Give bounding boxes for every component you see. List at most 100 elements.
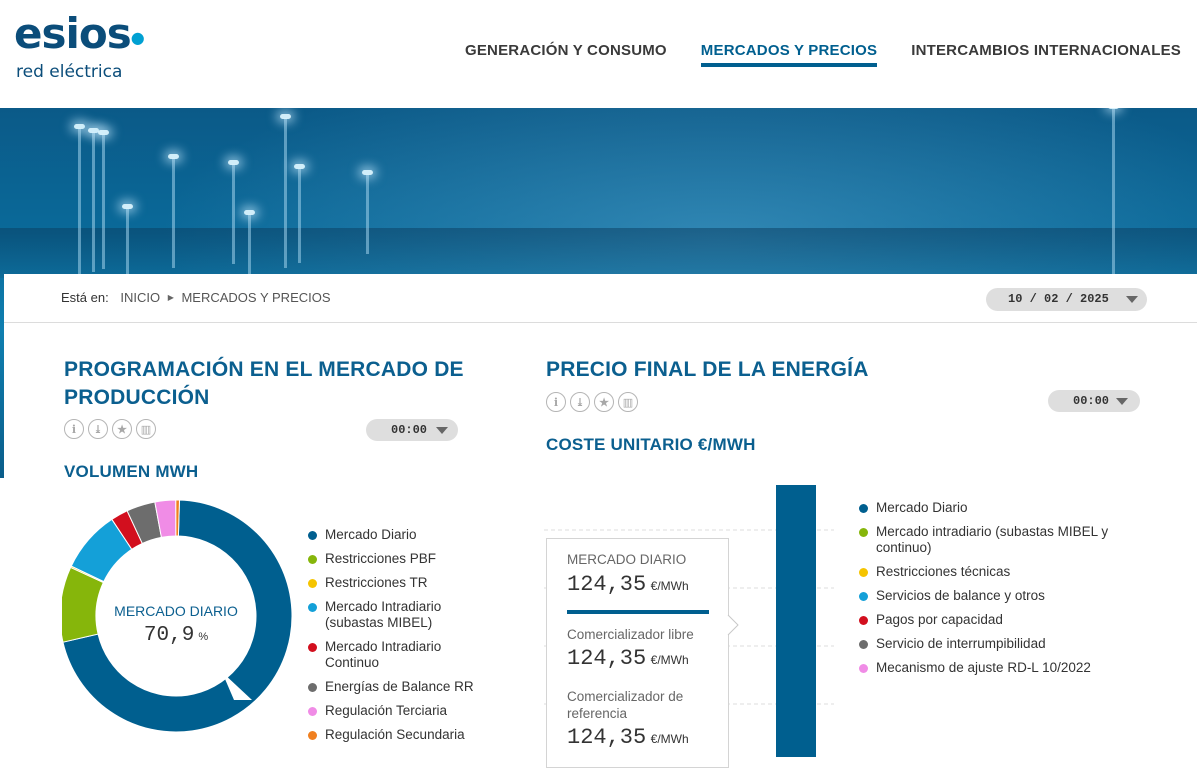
price-legend: Mercado Diario Mercado intradiario (suba…: [859, 500, 1139, 684]
legend-dot: [308, 731, 317, 740]
legend-label: Regulación Secundaria: [325, 727, 465, 742]
card-ref-label: Comercializador de referencia: [567, 689, 684, 721]
legend-item[interactable]: Servicio de interrumpibilidad: [859, 636, 1139, 652]
legend-label: Restricciones técnicas: [876, 564, 1011, 579]
logo-dot: ●: [130, 28, 145, 47]
chevron-down-icon: [436, 427, 448, 434]
donut-center-unit: %: [198, 631, 208, 643]
date-selector[interactable]: 10 / 02 / 2025: [986, 288, 1147, 311]
legend-item[interactable]: Restricciones TR: [308, 575, 498, 591]
legend-item[interactable]: Mercado Diario: [308, 527, 498, 543]
section-subtitle-volumen: VOLUMEN MWH: [64, 462, 199, 481]
legend-item[interactable]: Restricciones técnicas: [859, 564, 1139, 580]
legend-label: Restricciones PBF: [325, 551, 437, 566]
legend-item[interactable]: Mercado Diario: [859, 500, 1139, 516]
logo-wordmark: esios: [14, 9, 132, 58]
section-subtitle-coste: COSTE UNITARIO €/MWH: [546, 435, 756, 454]
legend-item[interactable]: Mercado intradiario (subastas MIBEL y co…: [859, 524, 1139, 556]
donut-center-number: 70,9: [144, 624, 194, 647]
chart-icon[interactable]: ▥: [136, 419, 156, 439]
price-bar-mercado-diario[interactable]: [776, 485, 816, 757]
chart-icon[interactable]: ▥: [618, 392, 638, 412]
breadcrumb: Está en: INICIO ▶ MERCADOS Y PRECIOS: [61, 290, 331, 305]
legend-label: Mercado Diario: [876, 500, 968, 515]
download-icon[interactable]: ⤓: [88, 419, 108, 439]
donut-center-value: 70,9%: [144, 624, 208, 647]
time-value: 00:00: [391, 423, 428, 437]
legend-dot: [859, 640, 868, 649]
esios-logo[interactable]: esios● red eléctrica: [14, 9, 145, 83]
streetlight: [74, 124, 85, 278]
legend-label: Pagos por capacidad: [876, 612, 1003, 627]
chevron-down-icon: [1116, 398, 1128, 405]
streetlight: [168, 154, 179, 268]
card-ref-price: 124,35 €/MWh: [567, 725, 708, 750]
streetlight: [228, 160, 239, 264]
legend-dot: [308, 707, 317, 716]
donut-center-label: MERCADO DIARIO: [114, 603, 238, 619]
streetlight: [98, 130, 109, 269]
legend-item[interactable]: Regulación Secundaria: [308, 727, 498, 743]
download-icon[interactable]: ⤓: [570, 392, 590, 412]
section-tools-right: i ⤓ ★ ▥: [546, 392, 638, 412]
donut-slice-regulaci-n-secundaria[interactable]: [175, 500, 180, 537]
legend-dot: [859, 504, 868, 513]
time-selector-right[interactable]: 00:00: [1048, 390, 1140, 412]
card-market-value: 124,35: [567, 572, 647, 597]
volume-legend: Mercado Diario Restricciones PBF Restric…: [308, 527, 498, 751]
card-market-label: MERCADO DIARIO: [567, 552, 687, 567]
breadcrumb-separator-icon: ▶: [167, 293, 174, 302]
breadcrumb-current[interactable]: MERCADOS Y PRECIOS: [181, 290, 330, 305]
legend-dot: [859, 568, 868, 577]
section-tools-left: i ⤓ ★ ▥: [64, 419, 156, 439]
legend-label: Mercado Intradiario Continuo: [325, 639, 442, 670]
streetlight: [362, 170, 373, 254]
legend-label: Mecanismo de ajuste RD-L 10/2022: [876, 660, 1091, 675]
legend-dot: [859, 528, 868, 537]
card-libre-price: 124,35 €/MWh: [567, 646, 708, 671]
card-accent-bar: [567, 610, 709, 614]
info-icon[interactable]: i: [64, 419, 84, 439]
time-selector-left[interactable]: 00:00: [366, 419, 458, 441]
legend-item[interactable]: Pagos por capacidad: [859, 612, 1139, 628]
volume-donut-chart: MERCADO DIARIO 70,9%: [62, 500, 293, 733]
nav-intercambios-internacionales[interactable]: INTERCAMBIOS INTERNACIONALES: [911, 42, 1181, 67]
legend-dot: [308, 579, 317, 588]
price-tooltip-card: MERCADO DIARIO 124,35 €/MWh Comercializa…: [546, 538, 729, 768]
streetlight: [1108, 108, 1119, 278]
card-libre-label: Comercializador libre: [567, 627, 694, 642]
legend-item[interactable]: Restricciones PBF: [308, 551, 498, 567]
main-nav: GENERACIÓN Y CONSUMO MERCADOS Y PRECIOS …: [465, 42, 1181, 67]
section-title-precio-final: PRECIO FINAL DE LA ENERGÍA: [546, 358, 869, 381]
card-pointer-icon: [727, 614, 739, 636]
legend-item[interactable]: Mercado Intradiario (subastas MIBEL): [308, 599, 498, 631]
nav-mercados-precios[interactable]: MERCADOS Y PRECIOS: [700, 42, 878, 67]
breadcrumb-prefix: Está en:: [61, 290, 109, 305]
legend-label: Energías de Balance RR: [325, 679, 474, 694]
legend-item[interactable]: Energías de Balance RR: [308, 679, 498, 695]
legend-item[interactable]: Servicios de balance y otros: [859, 588, 1139, 604]
breadcrumb-home[interactable]: INICIO: [120, 290, 160, 305]
star-icon[interactable]: ★: [594, 392, 614, 412]
legend-item[interactable]: Mercado Intradiario Continuo: [308, 639, 498, 671]
divider: [4, 322, 1197, 323]
streetlight: [244, 210, 255, 274]
streetlight: [88, 128, 99, 272]
legend-label: Mercado intradiario (subastas MIBEL y co…: [876, 524, 1109, 555]
legend-item[interactable]: Mecanismo de ajuste RD-L 10/2022: [859, 660, 1139, 676]
legend-dot: [308, 683, 317, 692]
nav-generacion-consumo[interactable]: GENERACIÓN Y CONSUMO: [465, 42, 667, 67]
legend-label: Servicios de balance y otros: [876, 588, 1045, 603]
card-unit: €/MWh: [650, 579, 689, 593]
star-icon[interactable]: ★: [112, 419, 132, 439]
streetlight: [294, 164, 305, 263]
streetlight: [280, 114, 291, 268]
info-icon[interactable]: i: [546, 392, 566, 412]
legend-dot: [859, 592, 868, 601]
legend-item[interactable]: Regulación Terciaria: [308, 703, 498, 719]
content-panel: Está en: INICIO ▶ MERCADOS Y PRECIOS 10 …: [4, 274, 1197, 768]
date-value: 10 / 02 / 2025: [1008, 292, 1109, 306]
legend-label: Servicio de interrumpibilidad: [876, 636, 1046, 651]
legend-dot: [308, 643, 317, 652]
legend-label: Mercado Diario: [325, 527, 417, 542]
